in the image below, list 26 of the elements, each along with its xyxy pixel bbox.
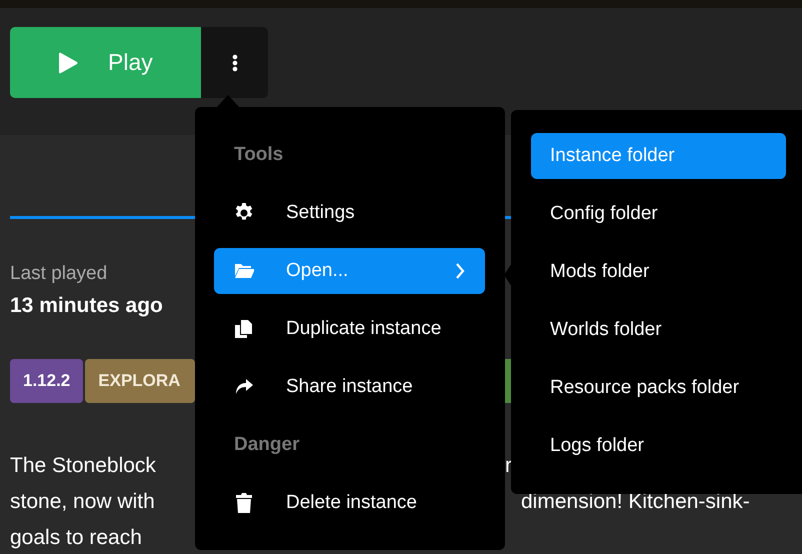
- description-text: stone, now with: [10, 490, 155, 513]
- tag-badge: EXPLORA: [85, 359, 196, 403]
- menu-item[interactable]: Duplicate instance: [214, 306, 485, 352]
- description-text: goals to reach: [10, 526, 142, 549]
- last-played-value: 13 minutes ago: [10, 293, 163, 319]
- menu-heading: Danger: [233, 433, 300, 457]
- submenu-item[interactable]: Logs folder: [531, 423, 786, 469]
- trash-icon: [234, 493, 254, 513]
- description-text: The Stoneblock: [10, 454, 156, 477]
- menu-heading: Tools: [233, 143, 284, 167]
- menu-item[interactable]: Delete instance: [214, 480, 485, 526]
- play-icon: [58, 52, 78, 74]
- submenu-item[interactable]: Worlds folder: [531, 307, 786, 353]
- submenu-item[interactable]: Config folder: [531, 191, 786, 237]
- menu-item[interactable]: Settings: [214, 190, 485, 236]
- last-played-label: Last played: [10, 262, 108, 286]
- copy-icon: [234, 319, 254, 339]
- submenu-item[interactable]: Resource packs folder: [531, 365, 786, 411]
- folder-icon: [234, 261, 254, 281]
- description-text: r: [505, 453, 512, 479]
- kebab-icon: [232, 54, 238, 72]
- description-text: dimension! Kitchen-sink-: [520, 489, 750, 515]
- menu-item[interactable]: Share instance: [214, 364, 485, 410]
- more-button[interactable]: [201, 27, 268, 98]
- tag-badge: 1.12.2: [10, 359, 84, 403]
- submenu-item[interactable]: Mods folder: [531, 249, 786, 295]
